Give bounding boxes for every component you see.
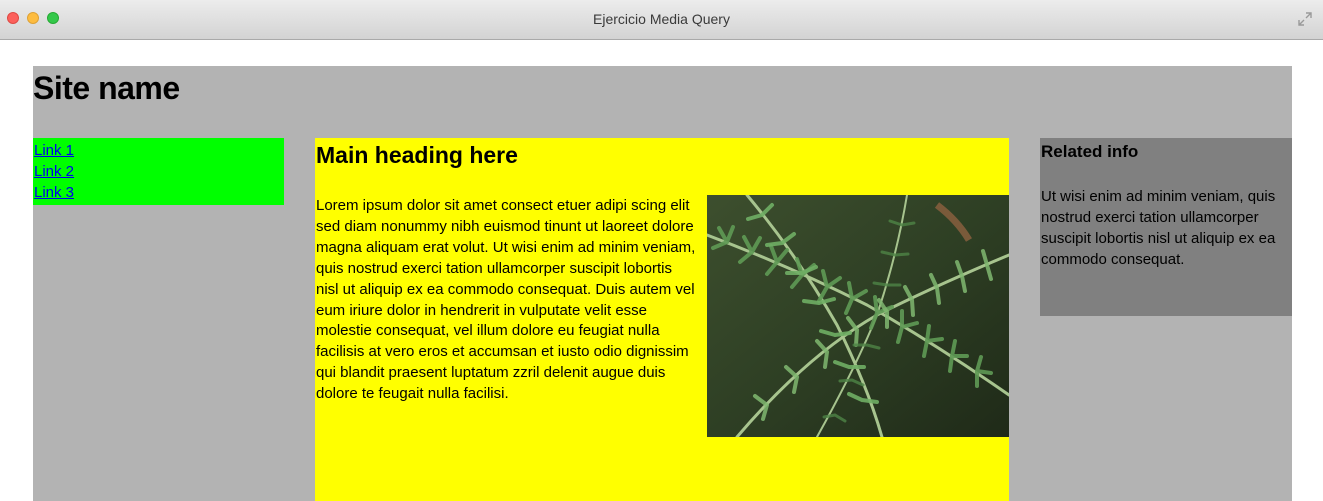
- nav-link-1[interactable]: Link 1: [33, 140, 284, 161]
- main-content: Main heading here Lorem ipsum dolor sit …: [315, 138, 1009, 501]
- nav-link-3[interactable]: Link 3: [33, 182, 284, 203]
- related-info-text: Ut wisi enim ad minim veniam, quis nostr…: [1041, 188, 1276, 268]
- site-name: Site name: [33, 70, 180, 106]
- window-title: Ejercicio Media Query: [593, 11, 730, 27]
- main-body-text: Lorem ipsum dolor sit amet consect etuer…: [316, 197, 696, 403]
- related-info-heading: Related info: [1041, 142, 1139, 161]
- window-titlebar: Ejercicio Media Query: [0, 0, 1323, 40]
- nav-link-2[interactable]: Link 2: [33, 161, 284, 182]
- nav-links: Link 1 Link 2 Link 3: [33, 138, 284, 205]
- related-info-sidebar: Related info Ut wisi enim ad minim venia…: [1040, 138, 1292, 316]
- main-heading: Main heading here: [316, 142, 518, 168]
- page-container: Site name Link 1 Link 2 Link 3 Main head…: [33, 66, 1292, 501]
- fern-photo: [707, 195, 1009, 437]
- fullscreen-arrows-icon[interactable]: [1297, 11, 1313, 27]
